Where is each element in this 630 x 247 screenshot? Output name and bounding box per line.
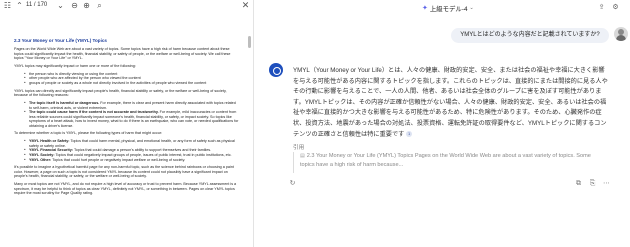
paragraph: YMYL topics can directly and significant… — [14, 88, 227, 98]
share-icon[interactable]: ⇪ — [597, 3, 606, 12]
user-avatar — [614, 27, 628, 41]
zoom-in-icon[interactable]: ⊕ — [82, 1, 91, 10]
assistant-avatar-icon — [269, 63, 283, 77]
reason-list: The topic itself is harmful or dangerous… — [24, 101, 239, 129]
model-name: 上級モデル-4 — [429, 5, 468, 13]
chat-panel: ✦ 上級モデル-4 ⌄ ⇪ ⚙ YMYLとはどのような内容だと記載されていますか… — [255, 0, 630, 247]
export-icon[interactable]: ⎘ — [588, 179, 597, 188]
sidebar-toggle-icon[interactable]: ☷ — [3, 1, 12, 10]
reference-label: 引用 — [293, 145, 305, 151]
list-item: The topic could cause harm if the conten… — [24, 110, 239, 128]
list-item: YMYL Other: Topics that could hurt peopl… — [24, 158, 239, 163]
list-item-bold: YMYL Society: — [29, 153, 55, 158]
list-item: The topic itself is harmful or dangerous… — [24, 101, 239, 110]
paragraph: Pages on the World Wide Web are about a … — [14, 47, 231, 61]
settings-icon[interactable]: ⚙ — [611, 3, 620, 12]
list-item-bold: YMYL Other: — [29, 157, 52, 162]
reference-text: 2.3 Your Money or Your Life (YMYL) Topic… — [300, 153, 591, 168]
section-heading: 2.3 Your Money or Your Life (YMYL) Topic… — [14, 38, 107, 43]
paragraph: It's possible to imagine a hypothetical … — [14, 165, 234, 179]
regenerate-icon[interactable]: ↻ — [288, 179, 297, 188]
reference-snippet[interactable]: ▤ 2.3 Your Money or Your Life (YMYL) Topi… — [293, 152, 603, 173]
copy-icon[interactable]: ⧉ — [574, 179, 583, 188]
chevron-down-icon: ⌄ — [469, 5, 474, 11]
citation-badge[interactable]: 1 — [406, 130, 413, 137]
list-item-bold: The topic itself is harmful or dangerous… — [29, 100, 100, 105]
harm-type-list: YMYL Health or Safety: Topics that could… — [24, 139, 239, 162]
model-selector[interactable]: ✦ 上級モデル-4 ⌄ — [422, 3, 474, 13]
chat-header: ✦ 上級モデル-4 ⌄ ⇪ ⚙ — [255, 0, 630, 16]
list-item-text: Topics that could hurt people or negativ… — [51, 157, 186, 162]
sparkle-icon: ✦ — [422, 5, 428, 12]
page-down-icon[interactable]: ⌄ — [56, 1, 65, 10]
close-icon[interactable]: ✕ — [241, 1, 250, 10]
paragraph: To determine whether a topic is YMYL, pl… — [14, 131, 163, 136]
list-item-bold: YMYL Financial Security: — [29, 148, 73, 153]
user-message-bubble: YMYLとはどのような内容だと記載されていますか? — [451, 28, 609, 43]
paragraph: Many or most topics are not YMYL, and do… — [14, 182, 237, 196]
list-item: YMYL Health or Safety: Topics that could… — [24, 139, 239, 148]
list-item-bold: The topic could cause harm if the conten… — [29, 110, 159, 115]
zoom-out-icon[interactable]: ⊖ — [70, 1, 79, 10]
assistant-answer: YMYL（Your Money or Your Life）とは、人々の健康、財政… — [293, 66, 609, 140]
list-item-bold: YMYL Health or Safety: — [29, 139, 70, 144]
pdf-scrollbar[interactable] — [248, 36, 251, 48]
page-up-icon[interactable]: ⌃ — [15, 1, 24, 10]
answer-text: YMYL（Your Money or Your Life）とは、人々の健康、財政… — [293, 67, 608, 138]
search-icon[interactable]: ⌕ — [95, 1, 104, 10]
list-item-text: Topics that could damage a person's abil… — [73, 148, 212, 153]
list-item: groups of people or society as a whole n… — [24, 81, 239, 86]
paragraph: YMYL topics may significantly impact or … — [14, 63, 136, 68]
avatar-body — [616, 35, 626, 41]
list-item-text: Topics that could negatively impact grou… — [54, 153, 232, 158]
harm-target-list: the person who is directly viewing or us… — [24, 72, 239, 86]
pdf-toolbar: ☷ ⌃ 11 / 170 ⌄ ⊖ ⊕ ⌕ ✕ — [0, 0, 254, 12]
page-indicator[interactable]: 11 / 170 — [26, 1, 47, 10]
pdf-page-content: 2.3 Your Money or Your Life (YMYL) Topic… — [14, 38, 239, 199]
document-icon: ▤ — [300, 153, 305, 159]
more-icon[interactable]: ⋯ — [602, 179, 611, 188]
pdf-viewer-panel: ☷ ⌃ 11 / 170 ⌄ ⊖ ⊕ ⌕ ✕ 2.3 Your Money or… — [0, 0, 254, 247]
